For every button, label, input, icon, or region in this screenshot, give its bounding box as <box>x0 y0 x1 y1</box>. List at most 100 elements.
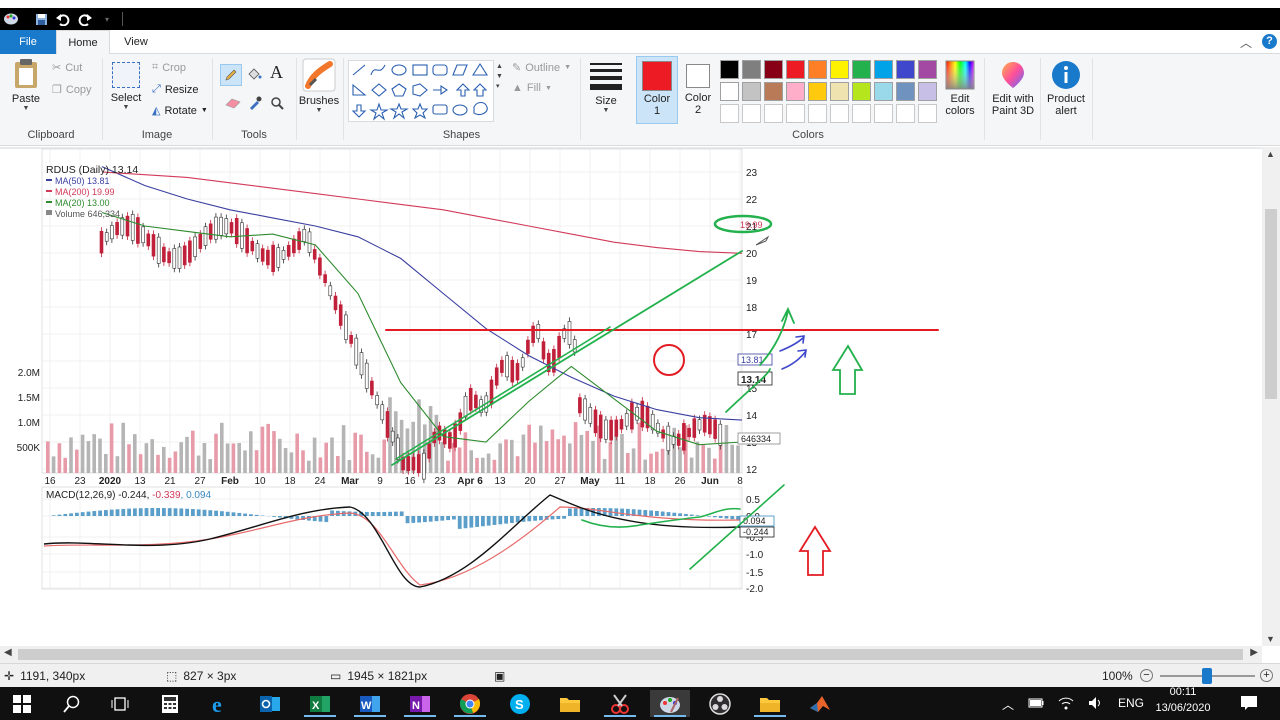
zoom-in-icon[interactable]: + <box>1260 669 1273 682</box>
resize-button[interactable]: ⤢ Resize <box>152 83 198 96</box>
taskbar-obs[interactable] <box>700 690 740 717</box>
windows-start-button[interactable] <box>2 690 42 717</box>
undo-icon[interactable] <box>52 8 74 30</box>
customize-toolbar-icon[interactable]: ▾ <box>96 8 118 30</box>
taskbar-paint[interactable] <box>650 690 690 717</box>
palette-color-swatch[interactable] <box>918 82 937 101</box>
taskbar-edge[interactable]: e <box>200 690 240 717</box>
shapes-scroll[interactable]: ▲ ▼ ▾ <box>496 62 503 92</box>
palette-custom-slot[interactable] <box>764 104 783 123</box>
palette-color-swatch[interactable] <box>896 60 915 79</box>
wifi-icon[interactable] <box>1058 696 1074 713</box>
taskbar-skype[interactable]: S <box>500 690 540 717</box>
fill-button[interactable]: ▲ Fill ▼ <box>512 82 552 94</box>
palette-color-swatch[interactable] <box>786 60 805 79</box>
size-button[interactable]: Size ▼ <box>586 60 626 114</box>
rotate-button[interactable]: ◭ Rotate ▼ <box>152 104 208 118</box>
palette-color-swatch[interactable] <box>742 60 761 79</box>
horizontal-scroll-thumb[interactable] <box>18 649 1243 660</box>
eraser-tool[interactable] <box>224 96 242 115</box>
horizontal-scrollbar[interactable]: ◀ ▶ <box>0 646 1262 663</box>
paint-app-icon[interactable] <box>0 8 22 30</box>
text-tool[interactable]: A <box>270 62 283 83</box>
taskbar-calculator[interactable] <box>150 690 190 717</box>
scroll-up-icon[interactable]: ▲ <box>1266 149 1275 159</box>
palette-color-swatch[interactable] <box>764 82 783 101</box>
collapse-ribbon-icon[interactable]: ︿ <box>1240 34 1252 51</box>
palette-color-swatch[interactable] <box>764 60 783 79</box>
stock-chart-image[interactable]: RDUS (Daily) 13.14 MA(50) 13.81 MA(200) … <box>0 147 1262 646</box>
palette-custom-slot[interactable] <box>720 104 739 123</box>
color2-button[interactable]: Color 2 <box>680 56 716 124</box>
tab-view[interactable]: View <box>114 30 158 54</box>
canvas-area[interactable]: RDUS (Daily) 13.14 MA(50) 13.81 MA(200) … <box>0 147 1262 646</box>
palette-color-swatch[interactable] <box>874 60 893 79</box>
palette-color-swatch[interactable] <box>742 82 761 101</box>
help-icon[interactable]: ? <box>1262 34 1277 49</box>
volume-icon[interactable] <box>1088 696 1104 713</box>
taskbar-word[interactable]: W <box>350 690 390 717</box>
palette-color-swatch[interactable] <box>918 60 937 79</box>
zoom-slider-thumb[interactable] <box>1202 668 1212 684</box>
palette-color-swatch[interactable] <box>720 60 739 79</box>
palette-custom-slot[interactable] <box>830 104 849 123</box>
language-indicator[interactable]: ENG <box>1118 696 1144 710</box>
scroll-right-icon[interactable]: ▶ <box>1250 647 1258 658</box>
taskbar-excel[interactable]: X <box>300 690 340 717</box>
palette-custom-slot[interactable] <box>918 104 937 123</box>
scroll-left-icon[interactable]: ◀ <box>4 647 12 658</box>
vertical-scroll-thumb[interactable] <box>1265 209 1277 399</box>
palette-color-swatch[interactable] <box>830 82 849 101</box>
paste-button[interactable]: Paste ▼ <box>8 58 44 112</box>
palette-custom-slot[interactable] <box>808 104 827 123</box>
palette-color-swatch[interactable] <box>852 60 871 79</box>
taskbar-folder[interactable] <box>750 690 790 717</box>
color-picker-tool[interactable] <box>248 96 262 115</box>
palette-color-swatch[interactable] <box>830 60 849 79</box>
select-button[interactable]: Select ▼ <box>108 60 144 111</box>
scroll-down-icon[interactable]: ▼ <box>1266 634 1275 644</box>
tray-expand-icon[interactable]: ︿ <box>1002 696 1014 713</box>
battery-icon[interactable] <box>1028 697 1044 712</box>
palette-custom-slot[interactable] <box>896 104 915 123</box>
taskbar-chrome[interactable] <box>450 690 490 717</box>
pencil-tool[interactable] <box>220 64 242 86</box>
brushes-button[interactable]: Brushes ▼ <box>298 58 340 114</box>
clock[interactable]: 00:11 13/06/2020 <box>1148 685 1218 717</box>
edit-colors-button[interactable]: Edit colors <box>940 60 980 117</box>
product-alert-button[interactable]: Product alert <box>1044 60 1088 117</box>
palette-color-swatch[interactable] <box>808 60 827 79</box>
palette-color-swatch[interactable] <box>720 82 739 101</box>
magnifier-tool[interactable] <box>270 96 284 115</box>
zoom-out-icon[interactable]: − <box>1140 669 1153 682</box>
color1-button[interactable]: Color 1 <box>636 56 678 124</box>
task-view-button[interactable] <box>100 690 140 717</box>
palette-color-swatch[interactable] <box>852 82 871 101</box>
crop-button[interactable]: ⌗ Crop <box>152 61 186 74</box>
palette-custom-slot[interactable] <box>874 104 893 123</box>
palette-color-swatch[interactable] <box>896 82 915 101</box>
tab-home[interactable]: Home <box>56 30 110 54</box>
save-icon[interactable] <box>30 8 52 30</box>
fill-bucket-tool[interactable] <box>246 66 262 87</box>
taskbar-file-explorer[interactable] <box>550 690 590 717</box>
taskbar-onenote[interactable]: N <box>400 690 440 717</box>
cut-button[interactable]: ✂ Cut <box>52 61 82 75</box>
vertical-scrollbar[interactable]: ▲ ▼ <box>1262 147 1280 646</box>
taskbar-outlook[interactable] <box>250 690 290 717</box>
notifications-icon[interactable] <box>1240 695 1258 714</box>
search-button[interactable] <box>52 690 92 717</box>
shapes-gallery[interactable] <box>348 60 494 122</box>
taskbar-matlab[interactable] <box>800 690 840 717</box>
palette-color-swatch[interactable] <box>808 82 827 101</box>
tab-file[interactable]: File <box>0 30 56 54</box>
redo-icon[interactable] <box>74 8 96 30</box>
palette-color-swatch[interactable] <box>786 82 805 101</box>
palette-custom-slot[interactable] <box>742 104 761 123</box>
taskbar-snipping-tool[interactable] <box>600 690 640 717</box>
edit-with-paint3d-button[interactable]: Edit with Paint 3D <box>988 60 1038 117</box>
palette-color-swatch[interactable] <box>874 82 893 101</box>
copy-button[interactable]: ❐ Copy <box>52 83 92 97</box>
palette-custom-slot[interactable] <box>786 104 805 123</box>
outline-button[interactable]: ✎ Outline ▼ <box>512 61 571 75</box>
